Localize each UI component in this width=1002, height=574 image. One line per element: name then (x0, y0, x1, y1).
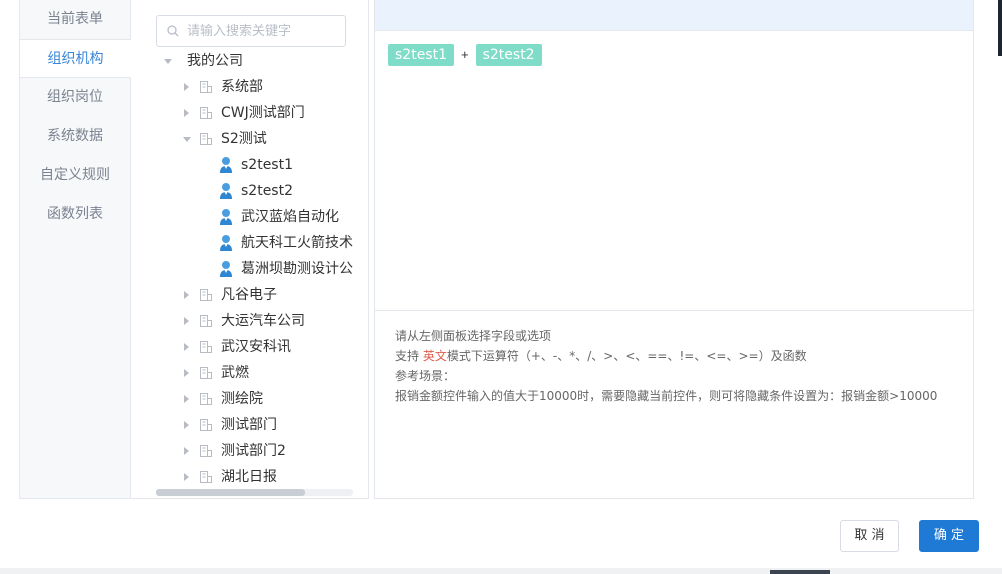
tree-node[interactable]: 测试部门2 (131, 438, 368, 464)
tree-node[interactable]: S2测试 (131, 126, 368, 152)
help-text-segment: 模式下运算符（+、-、*、/、>、<、==、!=、<=、>=）及函数 (446, 349, 807, 363)
tree-node-label: 系统部 (221, 79, 263, 95)
org-icon (200, 471, 212, 483)
tab-current-form[interactable]: 当前表单 (20, 0, 130, 39)
confirm-button[interactable]: 确 定 (919, 520, 979, 552)
tree-root[interactable]: 我的公司 (131, 48, 368, 74)
expand-icon[interactable] (184, 421, 189, 429)
tree-node-label: 武汉蓝焰自动化 (241, 209, 339, 225)
tree-node-label: 大运汽车公司 (221, 313, 305, 329)
field-tag[interactable]: s2test1 (388, 44, 454, 66)
tree-user-node[interactable]: 航天科工火箭技术 (131, 230, 368, 256)
expand-icon[interactable] (164, 59, 172, 64)
scrollbar-thumb[interactable] (156, 489, 305, 496)
tree-node[interactable]: 武燃 (131, 360, 368, 386)
help-text-segment: 支持 (395, 349, 423, 363)
formula-dialog: 当前表单 组织机构 组织岗位 系统数据 自定义规则 函数列表 我的公司 (0, 0, 1002, 574)
expand-icon[interactable] (184, 447, 189, 455)
user-icon (220, 261, 232, 277)
tree-node-label: 测绘院 (221, 391, 263, 407)
help-line: 支持 英文模式下运算符（+、-、*、/、>、<、==、!=、<=、>=）及函数 (395, 346, 937, 366)
org-icon (200, 315, 212, 327)
tree-node-label: 测试部门2 (221, 443, 286, 459)
tree-node-label: s2test1 (241, 157, 293, 173)
search-input[interactable] (187, 21, 337, 41)
expand-icon[interactable] (184, 473, 189, 481)
tree-node-label: 葛洲坝勘测设计公 (241, 261, 353, 277)
help-text: 请从左侧面板选择字段或选项 支持 英文模式下运算符（+、-、*、/、>、<、==… (395, 326, 937, 406)
org-icon (200, 419, 212, 431)
divider (375, 310, 973, 311)
formula-editor[interactable]: s2test1 + s2test2 请从左侧面板选择字段或选项 支持 英文模式下运算… (374, 0, 974, 499)
tree-node[interactable]: 湖北日报 (131, 464, 368, 490)
tree-user-node[interactable]: s2test1 (131, 152, 368, 178)
search-icon (167, 25, 179, 37)
help-line: 请从左侧面板选择字段或选项 (395, 329, 552, 343)
user-icon (220, 157, 232, 173)
org-icon (200, 289, 212, 301)
tree-node-label: 航天科工火箭技术 (241, 235, 353, 251)
tree-node[interactable]: 大运汽车公司 (131, 308, 368, 334)
tree-root-label: 我的公司 (187, 53, 243, 69)
expand-icon[interactable] (184, 291, 189, 299)
tree-node-label: 测试部门 (221, 417, 277, 433)
tree-node-label: 武燃 (221, 365, 249, 381)
tab-org-positions[interactable]: 组织岗位 (20, 78, 130, 117)
expand-icon[interactable] (184, 369, 189, 377)
tree-node-label: 武汉安科讯 (221, 339, 291, 355)
help-line: 报销金额控件输入的值大于10000时，需要隐藏当前控件，则可将隐藏条件设置为：报… (395, 389, 938, 403)
expand-icon[interactable] (184, 343, 189, 351)
org-tree-panel: 我的公司 系统部 CWJ测试部门 S2测试 s2test1 (131, 0, 369, 499)
tree-node-label: 湖北日报 (221, 469, 277, 485)
category-tabs: 当前表单 组织机构 组织岗位 系统数据 自定义规则 函数列表 (19, 0, 131, 499)
tree-user-node[interactable]: s2test2 (131, 178, 368, 204)
tree-node-label: S2测试 (221, 131, 267, 147)
tree-node-label: 凡谷电子 (221, 287, 277, 303)
tab-system-data[interactable]: 系统数据 (20, 117, 130, 156)
tree-node[interactable]: 凡谷电子 (131, 282, 368, 308)
collapse-icon[interactable] (183, 137, 191, 142)
org-icon (200, 107, 212, 119)
tree-user-node[interactable]: 葛洲坝勘测设计公 (131, 256, 368, 282)
expand-icon[interactable] (184, 317, 189, 325)
tree-node[interactable]: 测试部门 (131, 412, 368, 438)
help-highlight: 英文 (422, 349, 447, 363)
expand-icon[interactable] (184, 83, 189, 91)
editor-header (375, 0, 973, 31)
formula-expression[interactable]: s2test1 + s2test2 (388, 44, 542, 66)
user-icon (220, 183, 232, 199)
tab-function-list[interactable]: 函数列表 (20, 195, 130, 234)
tree-node[interactable]: 测绘院 (131, 386, 368, 412)
tree-node[interactable]: CWJ测试部门 (131, 100, 368, 126)
org-icon (200, 133, 212, 145)
horizontal-scrollbar[interactable] (156, 489, 353, 496)
expand-icon[interactable] (184, 395, 189, 403)
expand-icon[interactable] (184, 109, 189, 117)
field-tag[interactable]: s2test2 (475, 44, 542, 66)
org-icon (200, 393, 212, 405)
org-icon (200, 81, 212, 93)
bottom-strip (0, 568, 1002, 574)
user-icon (220, 209, 232, 225)
tree-node-label: s2test2 (241, 183, 293, 199)
operator: + (461, 47, 469, 62)
org-icon (200, 367, 212, 379)
tree-node-label: CWJ测试部门 (221, 105, 305, 121)
org-icon (200, 341, 212, 353)
org-icon (200, 445, 212, 457)
tab-organization[interactable]: 组织机构 (20, 39, 131, 78)
cancel-button[interactable]: 取 消 (840, 520, 899, 552)
help-line: 参考场景： (395, 369, 456, 383)
tree-node[interactable]: 系统部 (131, 74, 368, 100)
search-box (156, 15, 346, 47)
taskbar-fragment (770, 570, 830, 574)
tree-user-node[interactable]: 武汉蓝焰自动化 (131, 204, 368, 230)
tab-custom-rules[interactable]: 自定义规则 (20, 156, 130, 195)
user-icon (220, 235, 232, 251)
window-edge (998, 0, 1002, 56)
tree-node[interactable]: 武汉安科讯 (131, 334, 368, 360)
